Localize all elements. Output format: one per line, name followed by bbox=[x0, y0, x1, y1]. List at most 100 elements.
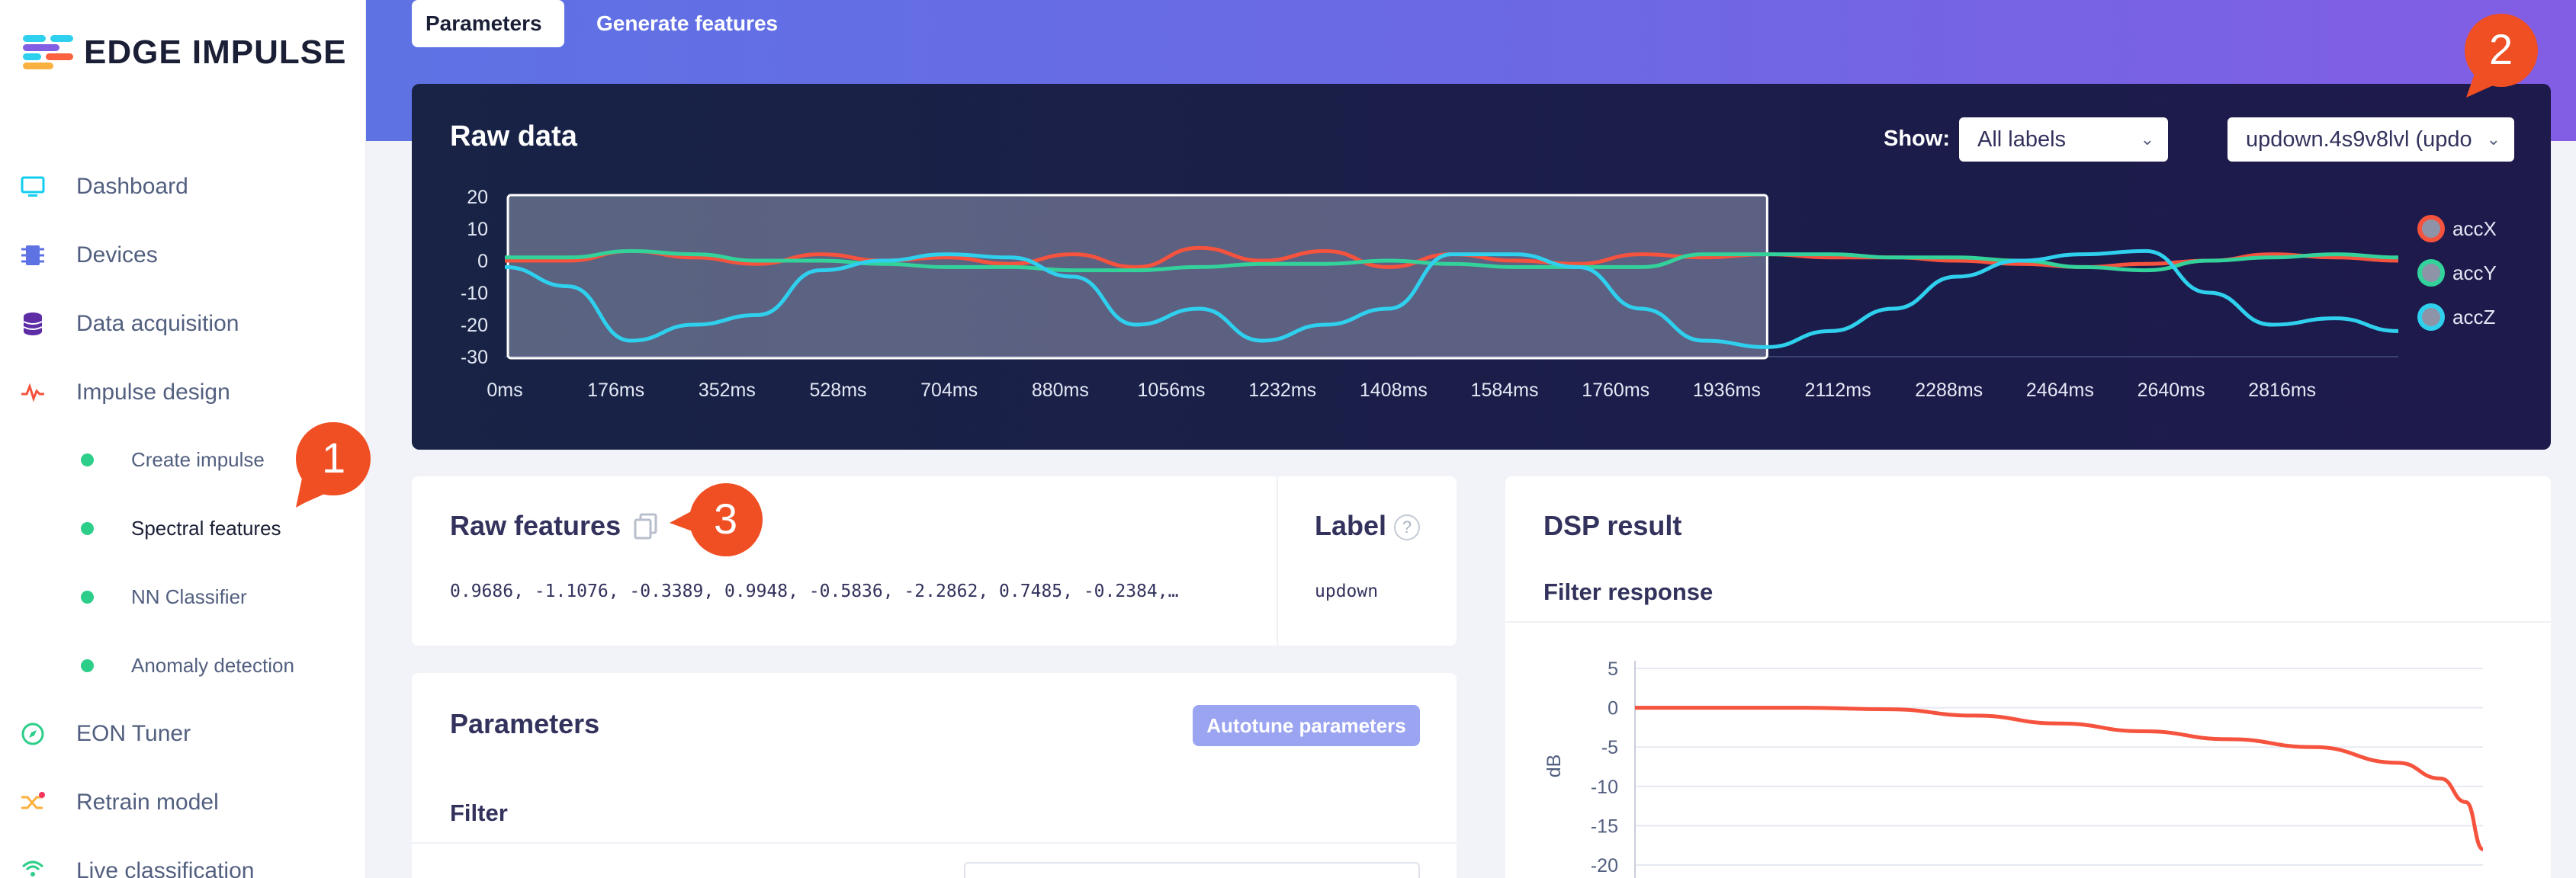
copy-icon[interactable] bbox=[633, 513, 659, 544]
parameters-title: Parameters bbox=[450, 708, 600, 739]
filter-response-ylabel: dB bbox=[1543, 755, 1565, 778]
x-tick-label: 1408ms bbox=[1360, 380, 1428, 401]
sidebar-item-live-classification[interactable]: Live classification bbox=[0, 844, 366, 878]
sidebar-subitem-nn-classifier[interactable]: NN Classifier bbox=[0, 570, 366, 623]
y-tick-label: 10 bbox=[467, 219, 488, 240]
status-dot-icon bbox=[81, 521, 94, 535]
callout-number: 1 bbox=[322, 434, 346, 482]
y-tick-label: -10 bbox=[461, 283, 488, 304]
filter-input[interactable] bbox=[964, 862, 1420, 878]
sidebar-subitem-anomaly-detection[interactable]: Anomaly detection bbox=[0, 639, 366, 692]
x-tick-label: 2640ms bbox=[2138, 380, 2205, 401]
sample-window-selection bbox=[506, 194, 1768, 360]
raw-data-card: Raw data Show: All labels ⌄ updown.4s9v8… bbox=[412, 84, 2551, 450]
tab-parameters[interactable]: Parameters bbox=[412, 0, 564, 47]
status-dot-icon bbox=[81, 453, 94, 466]
sidebar-item-label: Impulse design bbox=[76, 380, 230, 405]
sidebar-item-label: Data acquisition bbox=[76, 311, 239, 336]
status-dot-icon bbox=[81, 658, 94, 672]
x-tick-label: 2288ms bbox=[1915, 380, 1983, 401]
legend-label: accZ bbox=[2452, 305, 2496, 328]
x-tick-label: 2112ms bbox=[1804, 380, 1871, 401]
monitor-icon bbox=[20, 174, 46, 200]
compass-icon bbox=[20, 721, 46, 747]
x-tick-label: 880ms bbox=[1032, 380, 1089, 401]
callout-1: 1 bbox=[288, 418, 372, 508]
label-value: updown bbox=[1315, 582, 1379, 601]
legend-swatch-icon bbox=[2417, 259, 2445, 287]
y-tick-label: -15 bbox=[1591, 816, 1618, 837]
sidebar-item-label: EON Tuner bbox=[76, 721, 191, 746]
x-tick-label: 1760ms bbox=[1582, 380, 1649, 401]
raw-data-chart[interactable]: 20 10 0 -10 -20 -30 0ms 176ms 352ms 528ms 704ms 88… bbox=[412, 84, 2551, 450]
y-tick-label: -30 bbox=[461, 347, 488, 368]
label-card: Label ? updown bbox=[1277, 476, 1457, 646]
label-title: Label bbox=[1315, 510, 1387, 541]
x-tick-label: 0ms bbox=[487, 380, 522, 401]
legend-item-accy[interactable]: accY bbox=[2417, 259, 2497, 287]
sidebar-item-devices[interactable]: Devices bbox=[0, 229, 366, 282]
sidebar-item-label: Dashboard bbox=[76, 174, 188, 199]
legend-label: accY bbox=[2452, 261, 2497, 284]
x-tick-label: 2816ms bbox=[2248, 380, 2316, 401]
filter-response-chart: 5 0 -5 -10 -15 -20 dB bbox=[1543, 658, 2484, 878]
y-tick-label: -10 bbox=[1591, 777, 1618, 798]
legend-item-accz[interactable]: accZ bbox=[2417, 303, 2495, 331]
x-tick-label: 352ms bbox=[699, 380, 756, 401]
parameters-card: Parameters Autotune parameters Filter bbox=[412, 673, 1457, 878]
filter-section-label: Filter bbox=[450, 799, 508, 826]
callout-number: 3 bbox=[714, 495, 738, 543]
sidebar-subitem-label: Spectral features bbox=[131, 516, 281, 540]
sidebar-item-eon-tuner[interactable]: EON Tuner bbox=[0, 707, 366, 761]
callout-2: 2 bbox=[2457, 9, 2541, 98]
legend-swatch-icon bbox=[2417, 215, 2445, 242]
sidebar-item-impulse-design[interactable]: Impulse design bbox=[0, 366, 366, 419]
sidebar-subitem-spectral-features[interactable]: Spectral features bbox=[0, 501, 366, 555]
divider bbox=[412, 842, 1457, 844]
y-tick-label: -5 bbox=[1601, 737, 1618, 758]
callout-3: 3 bbox=[668, 479, 763, 562]
raw-features-card: Raw features 0.9686, -1.1076, -0.3389, 0… bbox=[412, 476, 1277, 646]
filter-response-line bbox=[1635, 706, 2484, 851]
brand-name: EDGE IMPULSE bbox=[84, 34, 347, 71]
sidebar-item-data-acquisition[interactable]: Data acquisition bbox=[0, 297, 366, 351]
signal-icon bbox=[20, 858, 46, 878]
sidebar-item-label: Devices bbox=[76, 242, 158, 268]
y-tick-label: 5 bbox=[1608, 658, 1618, 680]
y-tick-label: 0 bbox=[1608, 698, 1618, 719]
raw-features-values: 0.9686, -1.1076, -0.3389, 0.9948, -0.583… bbox=[450, 582, 1179, 601]
sidebar-item-dashboard[interactable]: Dashboard bbox=[0, 160, 366, 213]
sidebar-subitem-label: Anomaly detection bbox=[131, 653, 294, 677]
database-icon bbox=[20, 311, 46, 337]
sidebar-item-label: Retrain model bbox=[76, 790, 219, 815]
callout-number: 2 bbox=[2489, 25, 2513, 73]
chip-icon bbox=[20, 242, 46, 268]
help-icon[interactable]: ? bbox=[1394, 514, 1420, 540]
y-tick-label: -20 bbox=[461, 315, 488, 336]
legend-item-accx[interactable]: accX bbox=[2417, 215, 2497, 242]
x-tick-label: 528ms bbox=[809, 380, 866, 401]
x-tick-label: 176ms bbox=[587, 380, 644, 401]
x-tick-label: 1056ms bbox=[1138, 380, 1206, 401]
sidebar-item-retrain-model[interactable]: Retrain model bbox=[0, 776, 366, 829]
pulse-icon bbox=[20, 380, 46, 405]
x-tick-label: 2464ms bbox=[2026, 380, 2094, 401]
y-tick-label: 0 bbox=[477, 251, 488, 272]
sidebar-subitem-label: NN Classifier bbox=[131, 585, 247, 608]
y-tick-label: -20 bbox=[1591, 855, 1618, 876]
legend-swatch-icon bbox=[2417, 303, 2445, 331]
status-dot-icon bbox=[81, 590, 94, 604]
x-tick-label: 1584ms bbox=[1471, 380, 1539, 401]
legend-label: accX bbox=[2452, 216, 2497, 240]
x-tick-label: 1232ms bbox=[1248, 380, 1316, 401]
x-tick-label: 704ms bbox=[920, 380, 978, 401]
shuffle-icon bbox=[20, 790, 46, 816]
x-tick-label: 1936ms bbox=[1693, 380, 1761, 401]
raw-features-title: Raw features bbox=[450, 510, 622, 541]
y-tick-label: 20 bbox=[467, 187, 488, 208]
autotune-parameters-button[interactable]: Autotune parameters bbox=[1193, 705, 1420, 746]
tab-generate-features[interactable]: Generate features bbox=[583, 0, 792, 47]
sidebar-subitem-label: Create impulse bbox=[131, 447, 265, 471]
brand-logo[interactable]: EDGE IMPULSE bbox=[23, 34, 347, 72]
edge-impulse-logo-icon bbox=[23, 34, 75, 72]
